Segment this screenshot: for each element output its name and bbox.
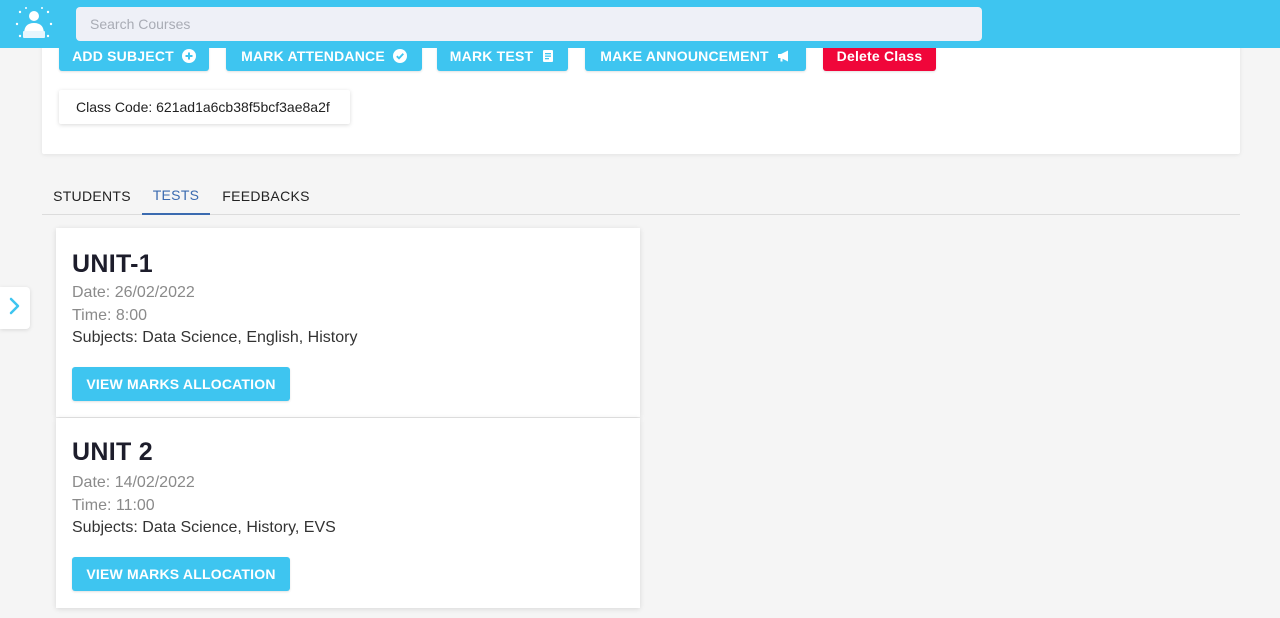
test-subjects: Subjects: Data Science, History, EVS <box>72 519 336 536</box>
delete-class-label: Delete Class <box>836 47 923 64</box>
test-card: UNIT-1 Date: 26/02/2022 Time: 8:00 Subje… <box>56 228 640 417</box>
test-title: UNIT 2 <box>72 438 153 466</box>
test-subjects: Subjects: Data Science, English, History <box>72 329 358 346</box>
test-date: Date: 26/02/2022 <box>72 284 195 301</box>
tab-students[interactable]: STUDENTS <box>42 176 142 215</box>
megaphone-icon <box>777 49 791 63</box>
plus-circle-icon <box>181 48 196 63</box>
top-navbar <box>0 0 1280 48</box>
chevron-right-icon <box>9 297 21 320</box>
test-time: Time: 11:00 <box>72 497 155 514</box>
add-subject-label: ADD SUBJECT <box>72 47 174 64</box>
test-time: Time: 8:00 <box>72 307 147 324</box>
test-title: UNIT-1 <box>72 250 153 278</box>
mark-attendance-label: MARK ATTENDANCE <box>241 47 385 64</box>
tab-feedbacks[interactable]: FEEDBACKS <box>210 176 322 215</box>
check-circle-icon <box>392 48 407 63</box>
class-tabs: STUDENTS TESTS FEEDBACKS <box>42 176 1240 215</box>
mark-test-label: MARK TEST <box>449 47 534 64</box>
class-code: Class Code: 621ad1a6cb38f5bcf3ae8a2f <box>59 90 350 124</box>
view-marks-allocation-button[interactable]: VIEW MARKS ALLOCATION <box>72 367 290 401</box>
sidebar-toggle-button[interactable] <box>0 287 30 329</box>
search-input[interactable] <box>76 7 982 41</box>
test-date: Date: 14/02/2022 <box>72 474 195 491</box>
test-sheet-icon <box>541 49 555 63</box>
test-card: UNIT 2 Date: 14/02/2022 Time: 11:00 Subj… <box>56 418 640 608</box>
make-announcement-label: MAKE ANNOUNCEMENT <box>600 47 769 64</box>
view-marks-allocation-button[interactable]: VIEW MARKS ALLOCATION <box>72 557 290 591</box>
tab-tests[interactable]: TESTS <box>142 176 210 215</box>
student-reading-icon[interactable] <box>14 4 54 44</box>
